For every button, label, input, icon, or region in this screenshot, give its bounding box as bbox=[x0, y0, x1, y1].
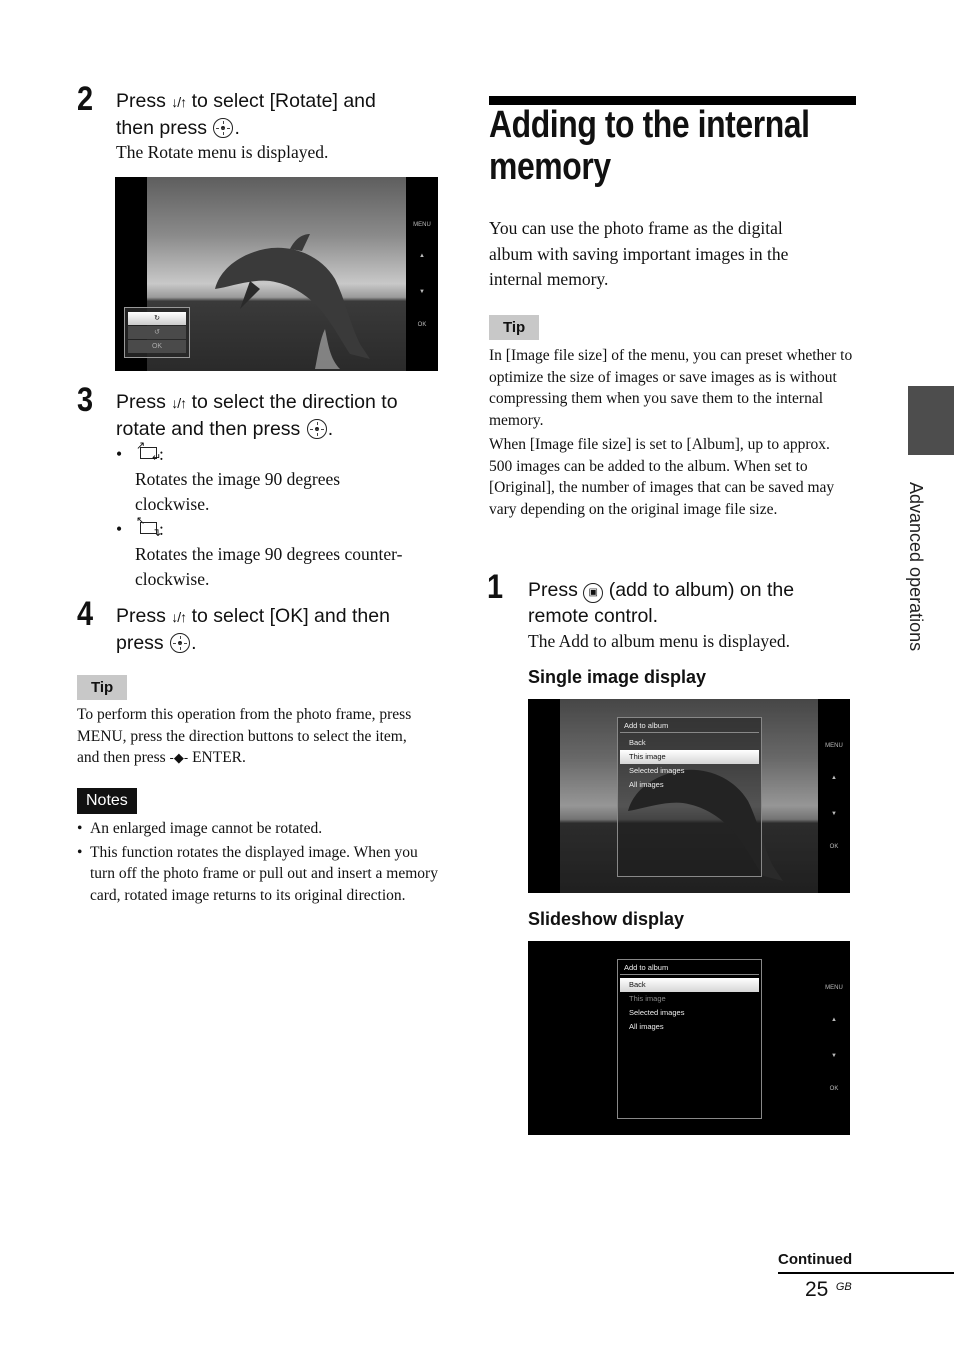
frame-side-controls: MENU ▲ ▼ OK bbox=[406, 177, 438, 371]
rotate-menu-screenshot: ↻ ↺ OK MENU ▲ ▼ OK bbox=[115, 177, 438, 371]
step-number-4: 4 bbox=[77, 595, 94, 633]
menu-item-all-images[interactable]: All images bbox=[620, 1020, 759, 1034]
down-button[interactable]: ▼ bbox=[818, 1053, 850, 1059]
menu-item-back[interactable]: Back bbox=[620, 978, 759, 992]
slideshow-display-screenshot: Add to album Back This image Selected im… bbox=[528, 941, 850, 1135]
step-number-1: 1 bbox=[487, 568, 504, 606]
notes-label: Notes bbox=[77, 788, 137, 814]
section-label: Advanced operations bbox=[906, 482, 926, 652]
rotate-clockwise-icon: ↗↵ bbox=[136, 440, 162, 464]
continued-label: Continued bbox=[778, 1251, 853, 1268]
tip-label: Tip bbox=[77, 675, 128, 700]
step-1-description: The Add to album menu is displayed. bbox=[528, 631, 790, 651]
frame-side-controls: MENU ▲ ▼ OK bbox=[818, 699, 850, 893]
menu-button[interactable]: MENU bbox=[818, 743, 850, 749]
step-3-bullets: ↗↵: Rotates the image 90 degrees clockwi… bbox=[116, 440, 446, 592]
ok-button[interactable]: OK bbox=[818, 844, 850, 850]
note-item: An enlarged image cannot be rotated. bbox=[77, 818, 445, 840]
bullet-rotate-clockwise: ↗↵: Rotates the image 90 degrees clockwi… bbox=[116, 440, 446, 517]
ok-button[interactable]: OK bbox=[818, 1086, 850, 1092]
slideshow-display-caption: Slideshow display bbox=[528, 909, 685, 929]
menu-item-this-image: This image bbox=[629, 994, 666, 1003]
menu-item-selected-images[interactable]: Selected images bbox=[620, 764, 759, 778]
rotate-menu: ↻ ↺ OK bbox=[124, 307, 190, 358]
enter-button-icon bbox=[213, 117, 234, 138]
bullet-rotate-counterclockwise: ↖↴: Rotates the image 90 degrees counter… bbox=[116, 515, 446, 592]
menu-title: Add to album bbox=[620, 960, 759, 975]
page-heading: Adding to the internal memory bbox=[489, 104, 810, 188]
enter-button-icon bbox=[306, 418, 327, 439]
menu-item-all-images[interactable]: All images bbox=[620, 778, 759, 792]
rotate-ok-option[interactable]: OK bbox=[128, 340, 186, 353]
add-to-album-button-icon: ▣ bbox=[583, 583, 604, 603]
single-display-caption: Single image display bbox=[528, 667, 707, 687]
section-thumb-tab bbox=[908, 386, 954, 455]
enter-button-icon bbox=[170, 632, 191, 653]
tip-paragraph-2: When [Image file size] is set to [Album]… bbox=[489, 436, 835, 519]
frame-side-controls: MENU ▲ ▼ OK bbox=[818, 941, 850, 1135]
single-image-display-screenshot: Add to album Back This image Selected im… bbox=[528, 699, 850, 893]
step-2-description: The Rotate menu is displayed. bbox=[116, 142, 329, 162]
step-4-instruction: Press ↓/↑ to select [OK] and then press … bbox=[116, 605, 390, 654]
step-number-2: 2 bbox=[77, 80, 94, 118]
tip-label: Tip bbox=[489, 315, 540, 340]
step-1-instruction: Press ▣ (add to album) on the remote con… bbox=[528, 579, 795, 627]
note-item: This function rotates the displayed imag… bbox=[77, 842, 445, 907]
add-to-album-menu: Add to album Back This image Selected im… bbox=[617, 717, 762, 877]
dolphin-silhouette bbox=[215, 234, 370, 369]
step-3-instruction: Press ↓/↑ to select the direction to rot… bbox=[116, 391, 398, 440]
rotate-clockwise-option[interactable]: ↻ bbox=[128, 312, 186, 325]
down-up-arrow-icon: ↓/↑ bbox=[171, 94, 187, 110]
tip-text: To perform this operation from the photo… bbox=[77, 706, 412, 767]
ok-button[interactable]: OK bbox=[406, 322, 438, 328]
step-number-3: 3 bbox=[77, 381, 94, 419]
menu-item-back[interactable]: Back bbox=[620, 736, 759, 750]
down-button[interactable]: ▼ bbox=[406, 289, 438, 295]
menu-item-selected-images[interactable]: Selected images bbox=[620, 1006, 759, 1020]
menu-button[interactable]: MENU bbox=[406, 222, 438, 228]
footer-rule bbox=[778, 1272, 954, 1274]
add-to-album-menu: Add to album Back This image Selected im… bbox=[617, 959, 762, 1119]
menu-item-this-image[interactable]: This image bbox=[620, 750, 759, 764]
rotate-counterclockwise-icon: ↖↴ bbox=[136, 515, 162, 539]
up-button[interactable]: ▲ bbox=[406, 253, 438, 259]
menu-title: Add to album bbox=[620, 718, 759, 733]
notes-list: An enlarged image cannot be rotated. Thi… bbox=[77, 818, 445, 907]
down-up-arrow-icon: ↓/↑ bbox=[171, 395, 187, 411]
page-number: 25 GB bbox=[805, 1278, 852, 1301]
down-button[interactable]: ▼ bbox=[818, 811, 850, 817]
rotate-counterclockwise-option[interactable]: ↺ bbox=[128, 326, 186, 339]
intro-paragraph: You can use the photo frame as the digit… bbox=[489, 218, 789, 289]
tip-paragraph-1: In [Image file size] of the menu, you ca… bbox=[489, 347, 853, 430]
step-2-instruction: Press ↓/↑ to select [Rotate] and then pr… bbox=[116, 90, 376, 139]
menu-button[interactable]: MENU bbox=[818, 985, 850, 991]
up-button[interactable]: ▲ bbox=[818, 1017, 850, 1023]
up-button[interactable]: ▲ bbox=[818, 775, 850, 781]
enter-cross-icon: -◆- bbox=[169, 750, 189, 766]
down-up-arrow-icon: ↓/↑ bbox=[171, 609, 187, 625]
